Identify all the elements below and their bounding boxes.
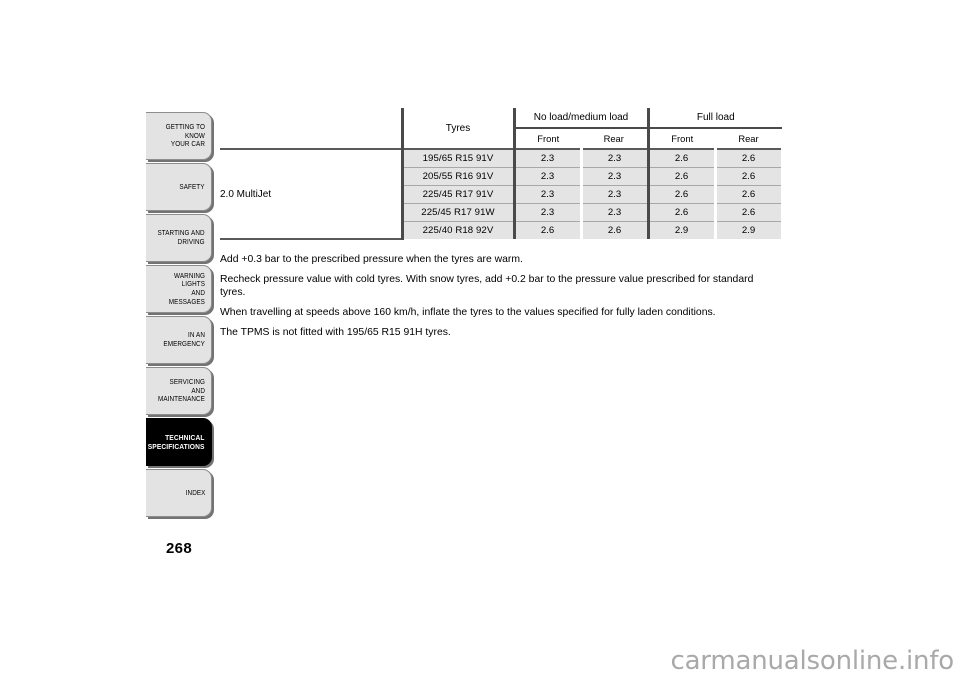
table-header-group-row: Tyres No load/medium load Full load bbox=[220, 108, 782, 150]
cell-no-load-front: 2.3 bbox=[512, 149, 581, 168]
cell-full-load-rear: 2.6 bbox=[713, 167, 784, 186]
cell-no-load-rear: 2.3 bbox=[579, 167, 648, 186]
header-group-no-load: No load/medium load bbox=[512, 108, 648, 129]
header-no-load-rear: Rear bbox=[581, 128, 648, 150]
sidebar-item-index[interactable]: INDEX bbox=[146, 469, 212, 517]
note-paragraph: Recheck pressure value with cold tyres. … bbox=[220, 274, 754, 298]
section-tabs-sidebar: GETTING TO KNOW YOUR CAR SAFETY STARTING A… bbox=[146, 112, 212, 520]
cell-full-load-rear: 2.6 bbox=[713, 149, 784, 168]
header-tyres: Tyres bbox=[402, 108, 514, 150]
cell-no-load-rear: 2.6 bbox=[579, 221, 648, 239]
cell-full-load-front: 2.6 bbox=[646, 149, 715, 168]
cell-tyre-size: 225/45 R17 91W bbox=[400, 203, 514, 222]
cell-no-load-rear: 2.3 bbox=[579, 185, 648, 204]
sidebar-item-warning-lights-and-messages[interactable]: WARNING LIGHTS AND MESSAGES bbox=[146, 265, 212, 313]
cell-full-load-front: 2.9 bbox=[646, 221, 715, 239]
sidebar-item-label: IN AN EMERGENCY bbox=[163, 330, 205, 348]
cell-tyre-size: 225/45 R17 91V bbox=[400, 185, 514, 204]
cell-full-load-front: 2.6 bbox=[646, 203, 715, 222]
sidebar-item-servicing-and-maintenance[interactable]: SERVICING AND MAINTENANCE bbox=[146, 367, 212, 415]
header-full-load-rear: Rear bbox=[715, 128, 782, 150]
sidebar-item-label: WARNING LIGHTS AND MESSAGES bbox=[168, 270, 205, 306]
cell-no-load-rear: 2.3 bbox=[579, 203, 648, 222]
cell-full-load-rear: 2.9 bbox=[713, 221, 784, 239]
sidebar-item-in-an-emergency[interactable]: IN AN EMERGENCY bbox=[146, 316, 212, 364]
table-head: Tyres No load/medium load Full load Fron… bbox=[220, 108, 782, 150]
cell-tyre-size: 225/40 R18 92V bbox=[400, 221, 514, 239]
notes-list: Add +0.3 bar to the prescribed pressure … bbox=[220, 253, 766, 339]
sidebar-item-label: GETTING TO KNOW YOUR CAR bbox=[165, 122, 205, 149]
cell-tyre-size: 205/55 R16 91V bbox=[400, 167, 514, 186]
sidebar-item-label: SERVICING AND MAINTENANCE bbox=[157, 377, 205, 404]
sidebar-item-getting-to-know-your-car[interactable]: GETTING TO KNOW YOUR CAR bbox=[146, 112, 212, 160]
cell-full-load-front: 2.6 bbox=[646, 185, 715, 204]
tyre-pressure-table: Tyres No load/medium load Full load Fron… bbox=[220, 108, 784, 240]
note-paragraph: When travelling at speeds above 160 km/h… bbox=[220, 307, 716, 318]
cell-full-load-rear: 2.6 bbox=[713, 203, 784, 222]
sidebar-item-technical-specifications[interactable]: TECHNICAL SPECIFICATIONS bbox=[146, 418, 212, 466]
sidebar-item-label: INDEX bbox=[185, 487, 205, 497]
sidebar-item-label: STARTING AND DRIVING bbox=[157, 228, 205, 246]
engine-header-spacer bbox=[220, 108, 404, 149]
cell-no-load-front: 2.3 bbox=[512, 185, 581, 204]
cell-tyre-size: 195/65 R15 91V bbox=[400, 149, 514, 168]
header-group-full-load: Full load bbox=[646, 108, 782, 129]
sidebar-item-label: SAFETY bbox=[179, 181, 205, 191]
sidebar-item-starting-and-driving[interactable]: STARTING AND DRIVING bbox=[146, 214, 212, 262]
cell-no-load-rear: 2.3 bbox=[579, 149, 648, 168]
site-watermark: carmanualsonline.info bbox=[670, 646, 954, 676]
sidebar-item-safety[interactable]: SAFETY bbox=[146, 163, 212, 211]
sidebar-item-label: TECHNICAL SPECIFICATIONS bbox=[148, 432, 205, 451]
table-row: 2.0 MultiJet 195/65 R15 91V 2.3 2.3 2.6 2.6 bbox=[220, 148, 784, 240]
note-paragraph: Add +0.3 bar to the prescribed pressure … bbox=[220, 254, 523, 265]
page-number: 268 bbox=[166, 540, 192, 557]
cell-full-load-front: 2.6 bbox=[646, 167, 715, 186]
header-no-load-front: Front bbox=[512, 128, 581, 150]
note-paragraph: The TPMS is not fitted with 195/65 R15 9… bbox=[220, 327, 451, 338]
cell-full-load-rear: 2.6 bbox=[713, 185, 784, 204]
main-content: Tyres No load/medium load Full load Fron… bbox=[220, 108, 784, 339]
header-full-load-front: Front bbox=[646, 128, 715, 150]
engine-label-cell: 2.0 MultiJet bbox=[220, 148, 404, 240]
cell-no-load-front: 2.6 bbox=[512, 221, 581, 239]
cell-no-load-front: 2.3 bbox=[512, 167, 581, 186]
cell-no-load-front: 2.3 bbox=[512, 203, 581, 222]
table-body: 2.0 MultiJet 195/65 R15 91V 2.3 2.3 2.6 2.6 20… bbox=[220, 148, 784, 240]
